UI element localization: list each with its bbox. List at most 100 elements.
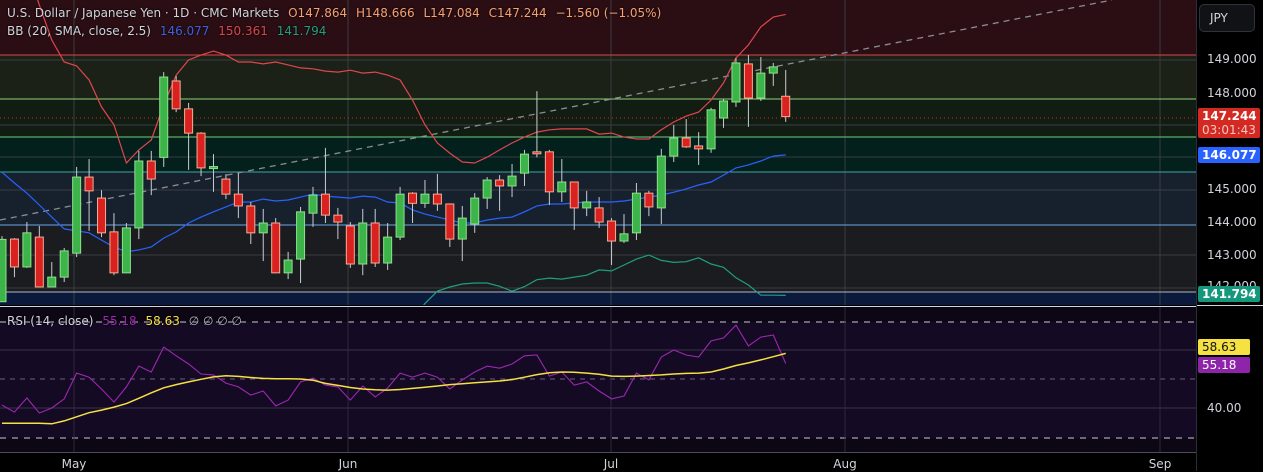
candle-up	[59, 247, 69, 283]
price-label: 144.000	[1207, 215, 1257, 229]
candle-body	[146, 160, 156, 180]
candle-body	[594, 207, 604, 223]
candle-body	[246, 205, 256, 234]
candle-body	[370, 222, 380, 264]
low-value: L147.084	[423, 6, 480, 20]
candle-body	[681, 137, 691, 148]
rsi-axis-label: 40.00	[1207, 401, 1242, 415]
last-price-badge: 147.244 03:01:43	[1198, 108, 1260, 138]
rsi-label: RSI (14, close)	[7, 314, 94, 328]
axis-separator	[1197, 305, 1263, 306]
candle-body	[358, 222, 368, 265]
candle-body	[408, 192, 418, 204]
rsi-value: 55.18	[102, 314, 137, 328]
candle-body	[320, 193, 330, 216]
candle-body	[109, 231, 119, 274]
bb-lower-badge: 141.794	[1198, 286, 1260, 302]
bb-basis-badge: 146.077	[1198, 147, 1260, 163]
candle-body	[719, 100, 729, 119]
bb-legend[interactable]: BB (20, SMA, close, 2.5) 146.077 150.361…	[7, 24, 331, 38]
candle-body	[470, 197, 480, 225]
candle-body	[432, 193, 442, 205]
candle-body	[345, 225, 355, 265]
candle-body	[507, 175, 517, 187]
price-axis[interactable]: JPY 149.000 148.000 145.000 144.000 143.…	[1196, 0, 1263, 471]
candle-up	[72, 166, 82, 258]
candle-body	[196, 132, 206, 169]
candle-up	[706, 107, 716, 153]
candle-body	[221, 178, 231, 195]
candle-body	[233, 193, 243, 207]
time-axis[interactable]: May Jun Jul Aug Sep	[0, 452, 1196, 472]
candle-body	[9, 238, 19, 268]
candle-body	[283, 259, 293, 274]
rsi-ma-value: 58.63	[145, 314, 180, 328]
last-price: 147.244	[1202, 109, 1257, 123]
open-value: O147.864	[288, 6, 348, 20]
candle-down	[345, 222, 355, 268]
candle-body	[22, 232, 32, 268]
candle-body	[171, 80, 181, 110]
rsi-empty-values: ∅ ∅ ∅ ∅	[188, 314, 242, 328]
candle-down	[271, 218, 281, 274]
candle-body	[731, 62, 741, 103]
candle-body	[557, 181, 567, 193]
candle-body	[97, 197, 107, 234]
candle-body	[532, 151, 542, 155]
candle-up	[159, 72, 169, 167]
currency-button[interactable]: JPY	[1199, 4, 1255, 32]
candle-body	[159, 76, 169, 158]
time-label-sep: Sep	[1148, 457, 1172, 471]
candle-body	[619, 233, 629, 242]
price-label: 148.000	[1207, 86, 1257, 100]
price-chart[interactable]	[0, 0, 1196, 305]
candle-body	[296, 211, 306, 260]
price-label: 143.000	[1207, 248, 1257, 262]
rsi-ma-badge: 58.63	[1198, 339, 1250, 355]
time-label-jun: Jun	[338, 457, 358, 471]
time-label-jul: Jul	[603, 457, 619, 471]
price-label: 145.000	[1207, 182, 1257, 196]
candle-body	[519, 153, 529, 174]
rsi-legend[interactable]: RSI (14, close) 55.18 58.63 ∅ ∅ ∅ ∅	[7, 314, 247, 328]
candle-body	[607, 220, 617, 242]
bar-countdown: 03:01:43	[1202, 123, 1256, 137]
candle-body	[743, 63, 753, 99]
candle-body	[631, 192, 641, 234]
symbol-title[interactable]: U.S. Dollar / Japanese Yen · 1D · CMC Ma…	[7, 6, 279, 20]
candle-body	[0, 238, 7, 303]
candle-body	[495, 179, 505, 187]
zone-backgrounds	[0, 0, 1196, 305]
candle-body	[644, 192, 654, 208]
symbol-legend: U.S. Dollar / Japanese Yen · 1D · CMC Ma…	[7, 6, 666, 20]
candle-body	[208, 166, 218, 170]
candle-body	[383, 236, 393, 264]
candle-body	[694, 145, 704, 150]
bb-upper-value: 150.361	[218, 24, 268, 38]
candle-up	[395, 186, 405, 241]
candle-body	[420, 193, 430, 204]
rsi-badge: 55.18	[1198, 357, 1250, 373]
candle-up	[134, 150, 144, 240]
time-label-may: May	[61, 457, 87, 471]
change-value: −1.560 (−1.05%)	[555, 6, 662, 20]
candle-down	[171, 76, 181, 113]
candle-body	[72, 176, 82, 254]
price-label: 149.000	[1207, 52, 1257, 66]
candle-body	[333, 214, 343, 223]
candle-body	[59, 250, 69, 278]
candle-body	[656, 155, 666, 209]
candle-body	[781, 95, 791, 118]
candle-body	[134, 160, 144, 229]
candle-body	[34, 236, 44, 288]
candle-body	[445, 203, 455, 240]
candle-body	[184, 108, 194, 134]
candle-body	[258, 222, 268, 234]
high-value: H148.666	[356, 6, 415, 20]
candle-up	[731, 58, 741, 107]
candle-body	[756, 72, 766, 99]
candle-body	[544, 151, 554, 193]
bb-label: BB (20, SMA, close, 2.5)	[7, 24, 151, 38]
candle-body	[669, 137, 679, 157]
candle-up	[0, 236, 7, 303]
